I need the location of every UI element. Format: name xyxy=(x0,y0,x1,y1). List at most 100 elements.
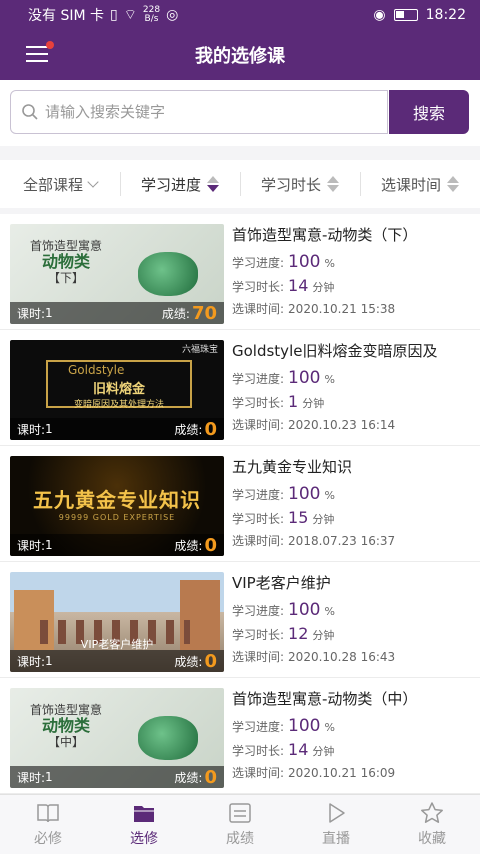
course-item[interactable]: 六福珠宝 Goldstyle 旧料熔金 变暗原因及其处理方法 课时: 1 成绩: 0… xyxy=(0,330,480,446)
chevron-down-icon xyxy=(87,176,99,188)
lessons-count: 1 xyxy=(45,538,53,552)
search-box[interactable] xyxy=(10,90,388,134)
nav-tab-label: 选修 xyxy=(130,830,158,847)
progress-row: 学习进度: 100% xyxy=(232,484,472,504)
lessons-label: 课时: xyxy=(17,422,46,437)
filter-select-time[interactable]: 选课时间 xyxy=(360,160,480,208)
course-thumbnail[interactable]: 首饰造型寓意 动物类 【下】 课时: 1 成绩: 70 xyxy=(10,224,224,324)
score-value: 0 xyxy=(204,766,217,788)
duration-value: 14 xyxy=(288,740,309,759)
progress-unit: % xyxy=(324,721,335,734)
course-title: 首饰造型寓意-动物类（中） xyxy=(232,690,418,708)
thumbnail-line: 五九黄金专业知识 xyxy=(33,488,201,512)
select-time-label: 选课时间: xyxy=(232,302,285,316)
course-thumbnail[interactable]: 六福珠宝 Goldstyle 旧料熔金 变暗原因及其处理方法 课时: 1 成绩: 0 xyxy=(10,340,224,440)
duration-row: 学习时长: 15 分钟 xyxy=(232,508,472,527)
progress-label: 学习进度: xyxy=(232,604,285,618)
course-item[interactable]: VIP老客户维护 课时: 1 成绩: 0 VIP老客户维护 学习进度: 100% 学习… xyxy=(0,562,480,678)
lessons-label: 课时: xyxy=(17,306,46,321)
select-time-label: 选课时间: xyxy=(232,534,285,548)
filter-duration[interactable]: 学习时长 xyxy=(240,160,360,208)
progress-value: 100 xyxy=(288,368,321,388)
progress-unit: % xyxy=(324,605,335,618)
score: 成绩: 0 xyxy=(174,651,217,672)
select-time-row: 选课时间: 2020.10.28 16:43 xyxy=(232,648,472,666)
search-input[interactable] xyxy=(45,103,365,121)
page-title: 我的选修课 xyxy=(195,46,285,67)
course-item[interactable]: 首饰造型寓意 动物类 【下】 课时: 1 成绩: 70 首饰造型寓意-动物类（下） … xyxy=(0,214,480,330)
sort-icon xyxy=(207,176,219,192)
score-label: 成绩: xyxy=(174,422,203,437)
score: 成绩: 0 xyxy=(174,419,217,440)
score-value: 0 xyxy=(204,650,217,672)
jade-image xyxy=(138,252,198,296)
menu-button[interactable] xyxy=(26,41,54,64)
nav-tab-elective[interactable]: 选修 xyxy=(96,795,192,854)
filter-all-courses[interactable]: 全部课程 xyxy=(0,160,120,208)
course-title: Goldstyle旧料熔金变暗原因及 xyxy=(232,342,438,360)
search-row: 搜索 xyxy=(0,80,480,146)
course-thumbnail[interactable]: 首饰造型寓意 动物类 【中】 课时: 1 成绩: 0 xyxy=(10,688,224,788)
report-icon xyxy=(229,802,251,823)
progress-value: 100 xyxy=(288,484,321,504)
progress-row: 学习进度: 100% xyxy=(232,600,472,620)
progress-row: 学习进度: 100% xyxy=(232,368,472,388)
thumbnail-text: 首饰造型寓意 动物类 【下】 xyxy=(30,238,102,286)
carrier-label: 没有 SIM 卡 xyxy=(28,8,104,24)
score-label: 成绩: xyxy=(161,306,190,321)
filter-progress-label: 学习进度 xyxy=(140,175,201,194)
thumbnail-text: 首饰造型寓意 动物类 【中】 xyxy=(30,702,102,750)
status-bar: 没有 SIM 卡 ▯ ⌔ 228 B/s ◎ ◉ 18:22 xyxy=(0,0,480,30)
play-icon xyxy=(329,802,345,823)
lessons-label: 课时: xyxy=(17,770,46,785)
score-label: 成绩: xyxy=(174,770,203,785)
menu-icon-line xyxy=(26,53,48,55)
nav-tab-favorites[interactable]: 收藏 xyxy=(384,795,480,854)
thumbnail-bar: 课时: 1 成绩: 0 xyxy=(10,766,224,788)
nav-tab-label: 收藏 xyxy=(418,830,446,847)
course-thumbnail[interactable]: VIP老客户维护 课时: 1 成绩: 0 xyxy=(10,572,224,672)
book-icon xyxy=(37,803,59,822)
filter-progress[interactable]: 学习进度 xyxy=(120,160,240,208)
select-time-row: 选课时间: 2020.10.21 16:09 xyxy=(232,764,472,782)
progress-value: 100 xyxy=(288,600,321,620)
lessons-label: 课时: xyxy=(17,538,46,553)
nav-tab-scores[interactable]: 成绩 xyxy=(192,795,288,854)
filter-bar: 全部课程 学习进度 学习时长 选课时间 xyxy=(0,160,480,208)
star-icon xyxy=(421,801,443,823)
course-info: 五九黄金专业知识 学习进度: 100% 学习时长: 15 分钟 选课时间: 2018.0… xyxy=(232,456,472,550)
course-title: 首饰造型寓意-动物类（下） xyxy=(232,226,418,244)
course-item[interactable]: 五九黄金专业知识 99999 GOLD EXPERTISE 课时: 1 成绩: 0 … xyxy=(0,446,480,562)
thumbnail-line: 旧料熔金 变暗原因及其处理方法 xyxy=(46,378,192,410)
thumbnail-line: 旧料熔金 xyxy=(92,382,145,397)
duration-unit: 分钟 xyxy=(312,281,335,294)
nav-tab-label: 直播 xyxy=(322,830,350,847)
progress-unit: % xyxy=(324,489,335,502)
nav-tab-live[interactable]: 直播 xyxy=(288,795,384,854)
progress-unit: % xyxy=(324,373,335,386)
course-thumbnail[interactable]: 五九黄金专业知识 99999 GOLD EXPERTISE 课时: 1 成绩: 0 xyxy=(10,456,224,556)
title-bar: 我的选修课 xyxy=(0,30,480,80)
duration-value: 15 xyxy=(288,508,309,527)
select-time-value: 2020.10.23 16:14 xyxy=(288,418,396,432)
score-label: 成绩: xyxy=(174,538,203,553)
nfc-icon: ◎ xyxy=(166,7,179,23)
select-time-label: 选课时间: xyxy=(232,418,285,432)
network-speed: 228 B/s xyxy=(143,6,160,24)
folder-icon xyxy=(134,805,154,822)
duration-unit: 分钟 xyxy=(312,745,335,758)
thumbnail-line: 变暗原因及其处理方法 xyxy=(73,400,164,410)
filter-duration-label: 学习时长 xyxy=(260,175,321,194)
course-title: VIP老客户维护 xyxy=(232,574,331,592)
course-item[interactable]: 首饰造型寓意 动物类 【中】 课时: 1 成绩: 0 首饰造型寓意-动物类（中） 学… xyxy=(0,678,480,794)
duration-label: 学习时长: xyxy=(232,628,285,642)
notification-dot xyxy=(46,41,54,49)
course-title: 五九黄金专业知识 xyxy=(232,458,353,476)
jade-image xyxy=(138,716,198,760)
thumbnail-bar: 课时: 1 成绩: 0 xyxy=(10,534,224,556)
duration-value: 14 xyxy=(288,276,309,295)
course-info: Goldstyle旧料熔金变暗原因及 学习进度: 100% 学习时长: 1 分钟 选课… xyxy=(232,340,472,434)
select-time-row: 选课时间: 2020.10.21 15:38 xyxy=(232,300,472,318)
search-button[interactable]: 搜索 xyxy=(389,90,469,134)
nav-tab-required[interactable]: 必修 xyxy=(0,795,96,854)
